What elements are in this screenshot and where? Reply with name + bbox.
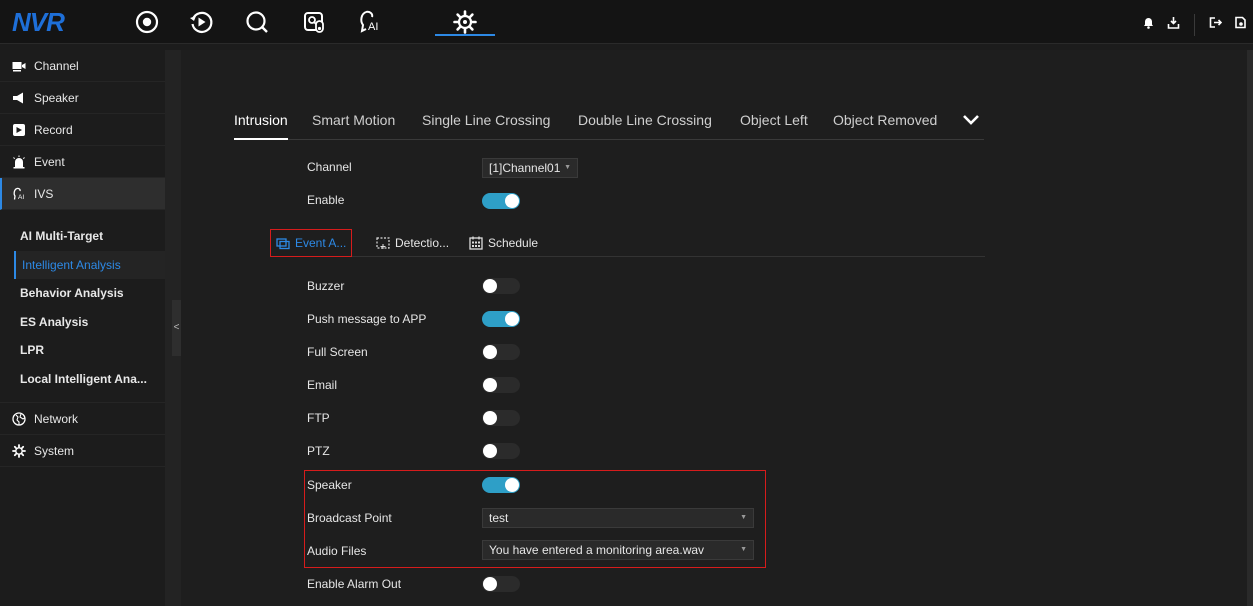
camera-icon <box>12 61 26 71</box>
network-icon <box>12 411 26 426</box>
tab-object-left[interactable]: Object Left <box>740 112 808 128</box>
svg-text:AI: AI <box>368 21 378 33</box>
tab-intrusion[interactable]: Intrusion <box>234 112 288 140</box>
speaker-icon <box>13 92 23 103</box>
chevron-down-icon: ▼ <box>564 164 571 171</box>
toggle-knob <box>483 378 497 392</box>
sidebar-item-label: Network <box>34 411 79 426</box>
record-icon <box>13 123 25 136</box>
highlight-box <box>304 470 766 568</box>
settings-icon[interactable] <box>435 0 495 44</box>
tab-object-removed[interactable]: Object Removed <box>833 112 937 128</box>
enable-toggle[interactable] <box>482 193 520 209</box>
channel-value: [1]Channel01 <box>489 161 561 175</box>
toggle-knob <box>483 411 497 425</box>
sidebar-item-label: Channel <box>34 58 79 73</box>
live-view-icon[interactable] <box>127 0 167 44</box>
svg-text:AI: AI <box>18 194 24 201</box>
subitem-behavior-analysis[interactable]: Behavior Analysis <box>0 279 165 308</box>
subtab-label: Event A... <box>295 236 347 250</box>
toggle-knob <box>505 194 519 208</box>
tab-single-line-crossing[interactable]: Single Line Crossing <box>422 112 550 128</box>
ftp-label: FTP <box>307 411 330 425</box>
subtab-detection[interactable]: Detectio... <box>376 229 449 257</box>
push-message-label: Push message to APP <box>307 312 427 326</box>
push-message-toggle[interactable] <box>482 311 520 327</box>
playback-icon[interactable] <box>181 0 221 44</box>
event-type-tabs: Intrusion Smart Motion Single Line Cross… <box>234 112 984 140</box>
sidebar-item-channel[interactable]: Channel <box>0 50 165 82</box>
sidebar-item-event[interactable]: Event <box>0 146 165 178</box>
subitem-lpr[interactable]: LPR <box>0 336 165 365</box>
subtab-schedule[interactable]: Schedule <box>469 229 538 257</box>
full-screen-toggle[interactable] <box>482 344 520 360</box>
subitem-es-analysis[interactable]: ES Analysis <box>0 308 165 337</box>
toggle-knob <box>505 312 519 326</box>
sidebar-submenu: AI Multi-Target Intelligent Analysis Beh… <box>0 210 165 403</box>
sidebar-collapse-button[interactable]: < <box>172 300 181 356</box>
subtab-label: Schedule <box>488 236 539 250</box>
channel-label: Channel <box>307 160 352 174</box>
sidebar-item-record[interactable]: Record <box>0 114 165 146</box>
sidebar-item-label: Record <box>34 122 73 137</box>
sidebar-item-system[interactable]: System <box>0 435 165 467</box>
tab-smart-motion[interactable]: Smart Motion <box>312 112 395 128</box>
ai-icon[interactable]: AI <box>350 0 390 44</box>
alarm-icon <box>13 155 25 168</box>
event-action-icon <box>276 238 290 250</box>
enable-label: Enable <box>307 193 345 207</box>
subtab-event-action[interactable]: Event A... <box>270 229 353 257</box>
divider <box>0 393 165 403</box>
sidebar-item-label: IVS <box>34 186 54 201</box>
email-toggle[interactable] <box>482 377 520 393</box>
buzzer-label: Buzzer <box>307 279 345 293</box>
full-screen-label: Full Screen <box>307 345 368 359</box>
calendar-icon <box>469 236 483 250</box>
smart-search-icon[interactable] <box>294 0 334 44</box>
enable-alarm-out-label: Enable Alarm Out <box>307 577 402 591</box>
ftp-toggle[interactable] <box>482 410 520 426</box>
config-subtabs: Event A... Detectio... Schedule <box>270 229 985 257</box>
subitem-local-intelligent-analysis[interactable]: Local Intelligent Ana... <box>0 365 165 394</box>
channel-select[interactable]: [1]Channel01 ▼ <box>482 158 578 178</box>
toggle-knob <box>483 279 497 293</box>
toggle-knob <box>483 577 497 591</box>
subitem-ai-multi-target[interactable]: AI Multi-Target <box>0 222 165 251</box>
search-icon[interactable] <box>237 0 277 44</box>
tab-double-line-crossing[interactable]: Double Line Crossing <box>578 112 712 128</box>
top-bar: NVR AI <box>0 0 1253 44</box>
lock-screen-icon[interactable] <box>1234 16 1247 34</box>
app-logo: NVR <box>12 7 65 37</box>
logout-icon[interactable] <box>1209 16 1223 34</box>
sidebar-item-speaker[interactable]: Speaker <box>0 82 165 114</box>
divider <box>1194 14 1195 36</box>
sidebar-item-label: Event <box>34 154 65 169</box>
system-icon <box>12 443 26 458</box>
sidebar-item-ivs[interactable]: AI IVS <box>0 178 165 210</box>
chevron-down-icon[interactable] <box>962 113 980 127</box>
ptz-toggle[interactable] <box>482 443 520 459</box>
sidebar-item-network[interactable]: Network <box>0 403 165 435</box>
sidebar: Channel Speaker Record Event AI IVS AI M… <box>0 50 165 606</box>
enable-alarm-out-toggle[interactable] <box>482 576 520 592</box>
toggle-knob <box>483 444 497 458</box>
ai-icon: AI <box>13 187 24 201</box>
top-right-icons <box>1142 14 1247 36</box>
sidebar-item-label: Speaker <box>34 90 79 105</box>
vertical-scrollbar[interactable] <box>1247 50 1253 606</box>
sidebar-item-label: System <box>34 443 75 458</box>
alarm-bell-icon[interactable] <box>1142 16 1155 34</box>
detection-area-icon <box>376 237 390 249</box>
email-label: Email <box>307 378 338 392</box>
subtab-label: Detectio... <box>395 236 450 250</box>
subitem-intelligent-analysis[interactable]: Intelligent Analysis <box>14 250 165 279</box>
buzzer-toggle[interactable] <box>482 278 520 294</box>
ptz-label: PTZ <box>307 444 330 458</box>
toggle-knob <box>483 345 497 359</box>
download-icon[interactable] <box>1167 16 1180 34</box>
